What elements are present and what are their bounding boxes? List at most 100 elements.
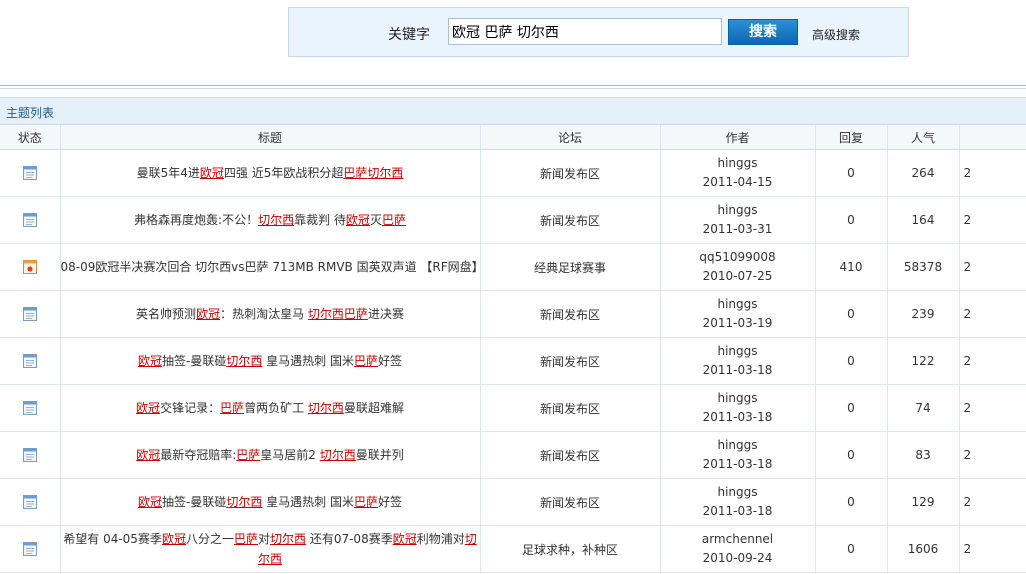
- title-text: 好签: [378, 354, 403, 368]
- status-cell: [0, 525, 61, 573]
- author-link[interactable]: hinggs: [661, 295, 815, 314]
- keyword-highlight: 巴萨: [343, 307, 368, 321]
- column-header-forum[interactable]: 论坛: [480, 125, 661, 150]
- title-text: 曼联5年4进: [136, 166, 200, 180]
- author-cell: hinggs 2011-03-18: [660, 431, 816, 479]
- title-text: 四强 近5年欧战积分超: [223, 166, 344, 180]
- forum-link[interactable]: 新闻发布区: [480, 431, 661, 479]
- title-text: 曼联并列: [355, 448, 404, 462]
- forum-link[interactable]: 新闻发布区: [480, 290, 661, 338]
- keyword-highlight: 欧冠: [137, 354, 162, 368]
- title-text: 皇马遇热刺 国米: [262, 354, 354, 368]
- author-link[interactable]: hinggs: [661, 389, 815, 408]
- last-post-cell: 2: [959, 337, 1026, 385]
- status-cell: [0, 384, 61, 432]
- view-count: 83: [887, 431, 960, 479]
- title-text: 抽签-曼联碰: [161, 354, 227, 368]
- view-count: 1606: [887, 525, 960, 573]
- title-text: 希望有 04-05赛季: [63, 532, 162, 546]
- forum-link[interactable]: 足球求种，补种区: [480, 525, 661, 573]
- forum-link[interactable]: 新闻发布区: [480, 384, 661, 432]
- status-cell: [0, 149, 61, 197]
- title-text: 抽签-曼联碰: [161, 495, 227, 509]
- search-input[interactable]: [448, 18, 722, 45]
- column-header-author[interactable]: 作者: [660, 125, 816, 150]
- view-count: 239: [887, 290, 960, 338]
- reply-count: 0: [815, 431, 888, 479]
- forum-link[interactable]: 新闻发布区: [480, 149, 661, 197]
- divider: [0, 88, 1026, 89]
- table-row[interactable]: 08-09欧冠半决赛次回合 切尔西vs巴萨 713MB RMVB 国英双声道 【…: [0, 243, 1026, 291]
- author-link[interactable]: hinggs: [661, 342, 815, 361]
- table-row[interactable]: 弗格森再度炮轰:不公！切尔西靠裁判 待欧冠灭巴萨 新闻发布区 hinggs 2011-…: [0, 196, 1026, 244]
- author-link[interactable]: qq51099008: [661, 248, 815, 267]
- topic-title-link[interactable]: 希望有 04-05赛季欧冠八分之一巴萨对切尔西 还有07-08赛季欧冠利物浦对切…: [60, 525, 481, 573]
- post-date: 2011-03-18: [702, 504, 773, 518]
- table-row[interactable]: 欧冠最新夺冠赔率:巴萨皇马居前2 切尔西曼联并列 新闻发布区 hinggs 2011-…: [0, 431, 1026, 479]
- view-count: 264: [887, 149, 960, 197]
- topic-title-link[interactable]: 弗格森再度炮轰:不公！切尔西靠裁判 待欧冠灭巴萨: [60, 196, 481, 244]
- reply-count: 0: [815, 525, 888, 573]
- forum-link[interactable]: 新闻发布区: [480, 337, 661, 385]
- title-text: 交锋记录：: [160, 401, 221, 415]
- keyword-highlight: 巴萨: [353, 354, 378, 368]
- status-cell: [0, 243, 61, 291]
- forum-link[interactable]: 新闻发布区: [480, 196, 661, 244]
- reply-count: 0: [815, 149, 888, 197]
- table-row[interactable]: 欧冠抽签-曼联碰切尔西 皇马遇热刺 国米巴萨好签 新闻发布区 hinggs 2011-…: [0, 478, 1026, 526]
- title-text: 曼联超难解: [343, 401, 404, 415]
- table-row[interactable]: 欧冠抽签-曼联碰切尔西 皇马遇热刺 国米巴萨好签 新闻发布区 hinggs 2011-…: [0, 337, 1026, 385]
- post-date: 2010-09-24: [702, 551, 773, 565]
- status-cell: [0, 478, 61, 526]
- keyword-highlight: 巴萨: [236, 448, 261, 462]
- author-link[interactable]: hinggs: [661, 201, 815, 220]
- column-header-replies[interactable]: 回复: [815, 125, 888, 150]
- table-row[interactable]: 欧冠交锋记录：巴萨曾两负矿工 切尔西曼联超难解 新闻发布区 hinggs 2011-0…: [0, 384, 1026, 432]
- search-label: 关键字: [388, 27, 430, 43]
- view-count: 74: [887, 384, 960, 432]
- author-link[interactable]: hinggs: [661, 483, 815, 502]
- topic-list-header: 主题列表: [0, 97, 1026, 125]
- topic-title-link[interactable]: 欧冠抽签-曼联碰切尔西 皇马遇热刺 国米巴萨好签: [60, 337, 481, 385]
- keyword-highlight: 欧冠: [392, 532, 417, 546]
- forum-link[interactable]: 新闻发布区: [480, 478, 661, 526]
- author-cell: hinggs 2011-03-18: [660, 337, 816, 385]
- title-text: 进决赛: [367, 307, 404, 321]
- topic-title-link[interactable]: 英名帅预测欧冠：热刺淘汰皇马 切尔西巴萨进决赛: [60, 290, 481, 338]
- title-text: 还有07-08赛季: [306, 532, 393, 546]
- column-header-title[interactable]: 标题: [60, 125, 481, 150]
- topic-title-link[interactable]: 欧冠交锋记录：巴萨曾两负矿工 切尔西曼联超难解: [60, 384, 481, 432]
- column-header-status[interactable]: 状态: [0, 125, 61, 150]
- keyword-highlight: 巴萨: [381, 213, 406, 227]
- search-button[interactable]: 搜索: [728, 19, 798, 45]
- view-count: 122: [887, 337, 960, 385]
- topic-title-link[interactable]: 欧冠最新夺冠赔率:巴萨皇马居前2 切尔西曼联并列: [60, 431, 481, 479]
- status-cell: [0, 290, 61, 338]
- view-count: 129: [887, 478, 960, 526]
- table-row[interactable]: 英名帅预测欧冠：热刺淘汰皇马 切尔西巴萨进决赛 新闻发布区 hinggs 2011-0…: [0, 290, 1026, 338]
- topic-title-link[interactable]: 欧冠抽签-曼联碰切尔西 皇马遇热刺 国米巴萨好签: [60, 478, 481, 526]
- forum-link[interactable]: 经典足球赛事: [480, 243, 661, 291]
- author-cell: hinggs 2011-03-18: [660, 478, 816, 526]
- table-row[interactable]: 曼联5年4进欧冠四强 近5年欧战积分超巴萨切尔西 新闻发布区 hinggs 2011-…: [0, 149, 1026, 197]
- title-text: 八分之一: [185, 532, 234, 546]
- keyword-highlight: 切尔西: [226, 495, 263, 509]
- keyword-highlight: 切尔西: [319, 448, 356, 462]
- topic-title-link[interactable]: 曼联5年4进欧冠四强 近5年欧战积分超巴萨切尔西: [60, 149, 481, 197]
- hot-topic-icon: [22, 259, 38, 275]
- title-text: ：热刺淘汰皇马: [220, 307, 308, 321]
- normal-topic-icon: [22, 400, 38, 416]
- advanced-search-link[interactable]: 高级搜索: [812, 26, 860, 43]
- author-link[interactable]: hinggs: [661, 436, 815, 455]
- author-link[interactable]: armchennel: [661, 530, 815, 549]
- topic-title-link[interactable]: 08-09欧冠半决赛次回合 切尔西vs巴萨 713MB RMVB 国英双声道 【…: [60, 243, 484, 291]
- last-post-cell: 2: [959, 431, 1026, 479]
- reply-count: 0: [815, 337, 888, 385]
- title-text: 08-09欧冠半决赛次回合 切尔西vs巴萨 713MB RMVB 国英双声道 【…: [60, 260, 484, 274]
- author-link[interactable]: hinggs: [661, 154, 815, 173]
- keyword-highlight: 巴萨: [353, 495, 378, 509]
- title-text: 弗格森再度炮轰:不公！: [134, 213, 259, 227]
- column-header-views[interactable]: 人气: [887, 125, 960, 150]
- table-row[interactable]: 希望有 04-05赛季欧冠八分之一巴萨对切尔西 还有07-08赛季欧冠利物浦对切…: [0, 525, 1026, 573]
- author-cell: qq51099008 2010-07-25: [660, 243, 816, 291]
